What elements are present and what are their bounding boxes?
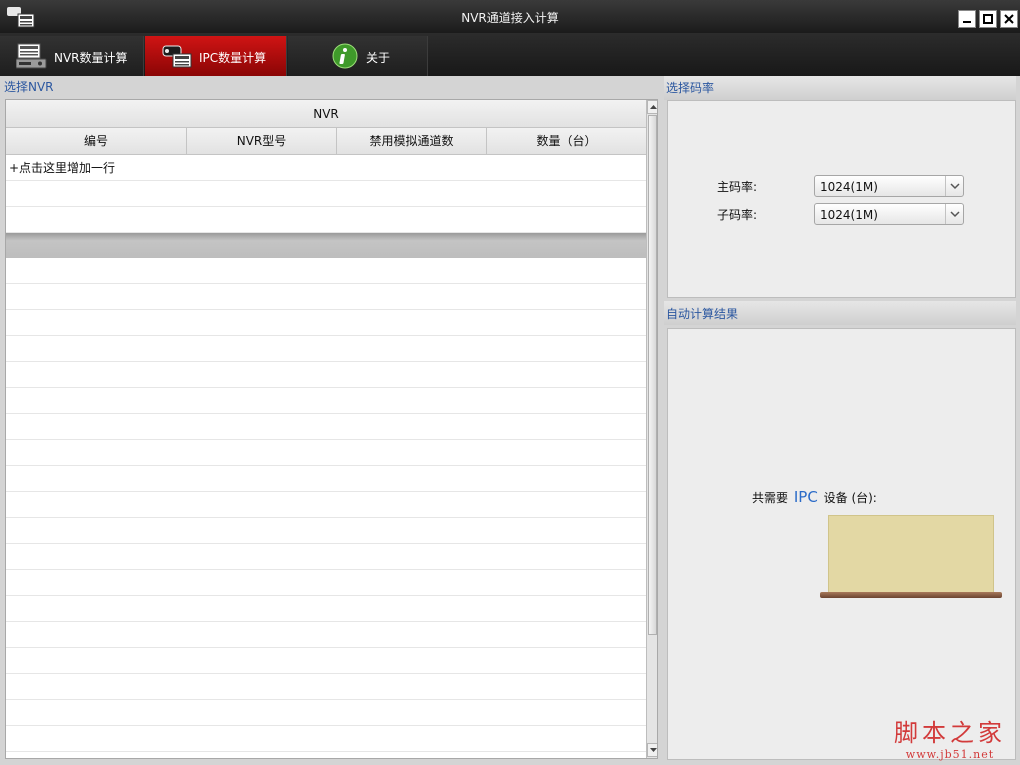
nvr-device-icon [15, 42, 48, 70]
bitrate-panel-header: 选择码率 [664, 76, 1016, 100]
main-area: 选择NVR NVR 编号 NVR型号 禁用模拟通道数 数量（台） +点击这里增加… [0, 76, 1020, 765]
main-bitrate-label: 主码率: [717, 180, 758, 194]
list-item [6, 284, 646, 310]
list-item [6, 622, 646, 648]
window-title: NVR通道接入计算 [461, 11, 559, 25]
title-bar: NVR通道接入计算 [0, 0, 1020, 33]
tab-ipc-count[interactable]: IPC数量计算 [145, 36, 287, 76]
list-item [6, 700, 646, 726]
table-separator [6, 233, 646, 258]
list-item [6, 648, 646, 674]
column-header-disabled-analog[interactable]: 禁用模拟通道数 [337, 128, 487, 155]
table-body: +点击这里增加一行 [6, 155, 646, 233]
result-display [828, 515, 994, 593]
result-caption: 共需要 IPC 设备 (台): [752, 488, 877, 506]
tab-nvr-count[interactable]: NVR数量计算 [0, 36, 144, 76]
info-icon [332, 43, 358, 69]
nvr-table: NVR 编号 NVR型号 禁用模拟通道数 数量（台） +点击这里增加一行 [5, 99, 658, 759]
vertical-scrollbar[interactable] [646, 100, 657, 758]
list-item [6, 518, 646, 544]
tab-bar: NVR数量计算 IPC数量计算 关于 [0, 33, 1020, 76]
bitrate-panel: 主码率: 1024(1M) 子码率: 1024(1M) [667, 100, 1016, 298]
sub-bitrate-label: 子码率: [717, 208, 758, 222]
chevron-down-icon[interactable] [945, 204, 963, 224]
tab-label: 关于 [366, 51, 391, 65]
list-item [6, 310, 646, 336]
add-row-link[interactable]: +点击这里增加一行 [6, 155, 646, 181]
list-item [6, 388, 646, 414]
list-item [6, 466, 646, 492]
result-suffix: 设备 (台): [823, 491, 877, 505]
sub-bitrate-select[interactable]: 1024(1M) [814, 203, 964, 225]
list-item [6, 596, 646, 622]
select-nvr-label: 选择NVR [4, 80, 54, 94]
main-bitrate-value: 1024(1M) [820, 180, 878, 194]
list-item [6, 544, 646, 570]
tab-about[interactable]: 关于 [288, 36, 428, 76]
close-button[interactable] [1000, 10, 1018, 28]
list-item [6, 674, 646, 700]
result-prefix: 共需要 [752, 491, 789, 505]
column-header-model[interactable]: NVR型号 [187, 128, 337, 155]
table-header: 编号 NVR型号 禁用模拟通道数 数量（台） [6, 128, 646, 155]
result-shelf [820, 592, 1002, 598]
watermark: 脚本之家 www.jb51.net [886, 713, 1014, 761]
scroll-thumb[interactable] [648, 115, 657, 635]
select-bitrate-label: 选择码率 [666, 81, 715, 95]
scroll-up-button[interactable] [647, 100, 657, 114]
maximize-button[interactable] [979, 10, 997, 28]
watermark-text: 脚本之家 [894, 719, 1006, 747]
column-header-id[interactable]: 编号 [6, 128, 187, 155]
list-item [6, 492, 646, 518]
scroll-down-button[interactable] [647, 743, 657, 757]
chevron-down-icon[interactable] [945, 176, 963, 196]
tab-label: NVR数量计算 [54, 51, 128, 65]
table-group-header: NVR [6, 100, 646, 128]
watermark-url: www.jb51.net [905, 748, 995, 761]
table-row[interactable] [6, 181, 646, 207]
sub-bitrate-value: 1024(1M) [820, 208, 878, 222]
table-empty-area [6, 258, 646, 752]
list-item [6, 258, 646, 284]
column-header-quantity[interactable]: 数量（台） [487, 128, 646, 155]
list-item [6, 414, 646, 440]
table-row[interactable] [6, 207, 646, 233]
main-bitrate-select[interactable]: 1024(1M) [814, 175, 964, 197]
list-item [6, 336, 646, 362]
result-panel-header: 自动计算结果 [664, 301, 1016, 325]
ipc-camera-icon [161, 42, 193, 70]
tab-label: IPC数量计算 [199, 51, 267, 65]
auto-result-label: 自动计算结果 [666, 307, 739, 321]
minimize-button[interactable] [958, 10, 976, 28]
list-item [6, 440, 646, 466]
result-highlight: IPC [793, 488, 818, 506]
list-item [6, 362, 646, 388]
result-panel: 共需要 IPC 设备 (台): [667, 328, 1016, 760]
list-item [6, 570, 646, 596]
list-item [6, 726, 646, 752]
